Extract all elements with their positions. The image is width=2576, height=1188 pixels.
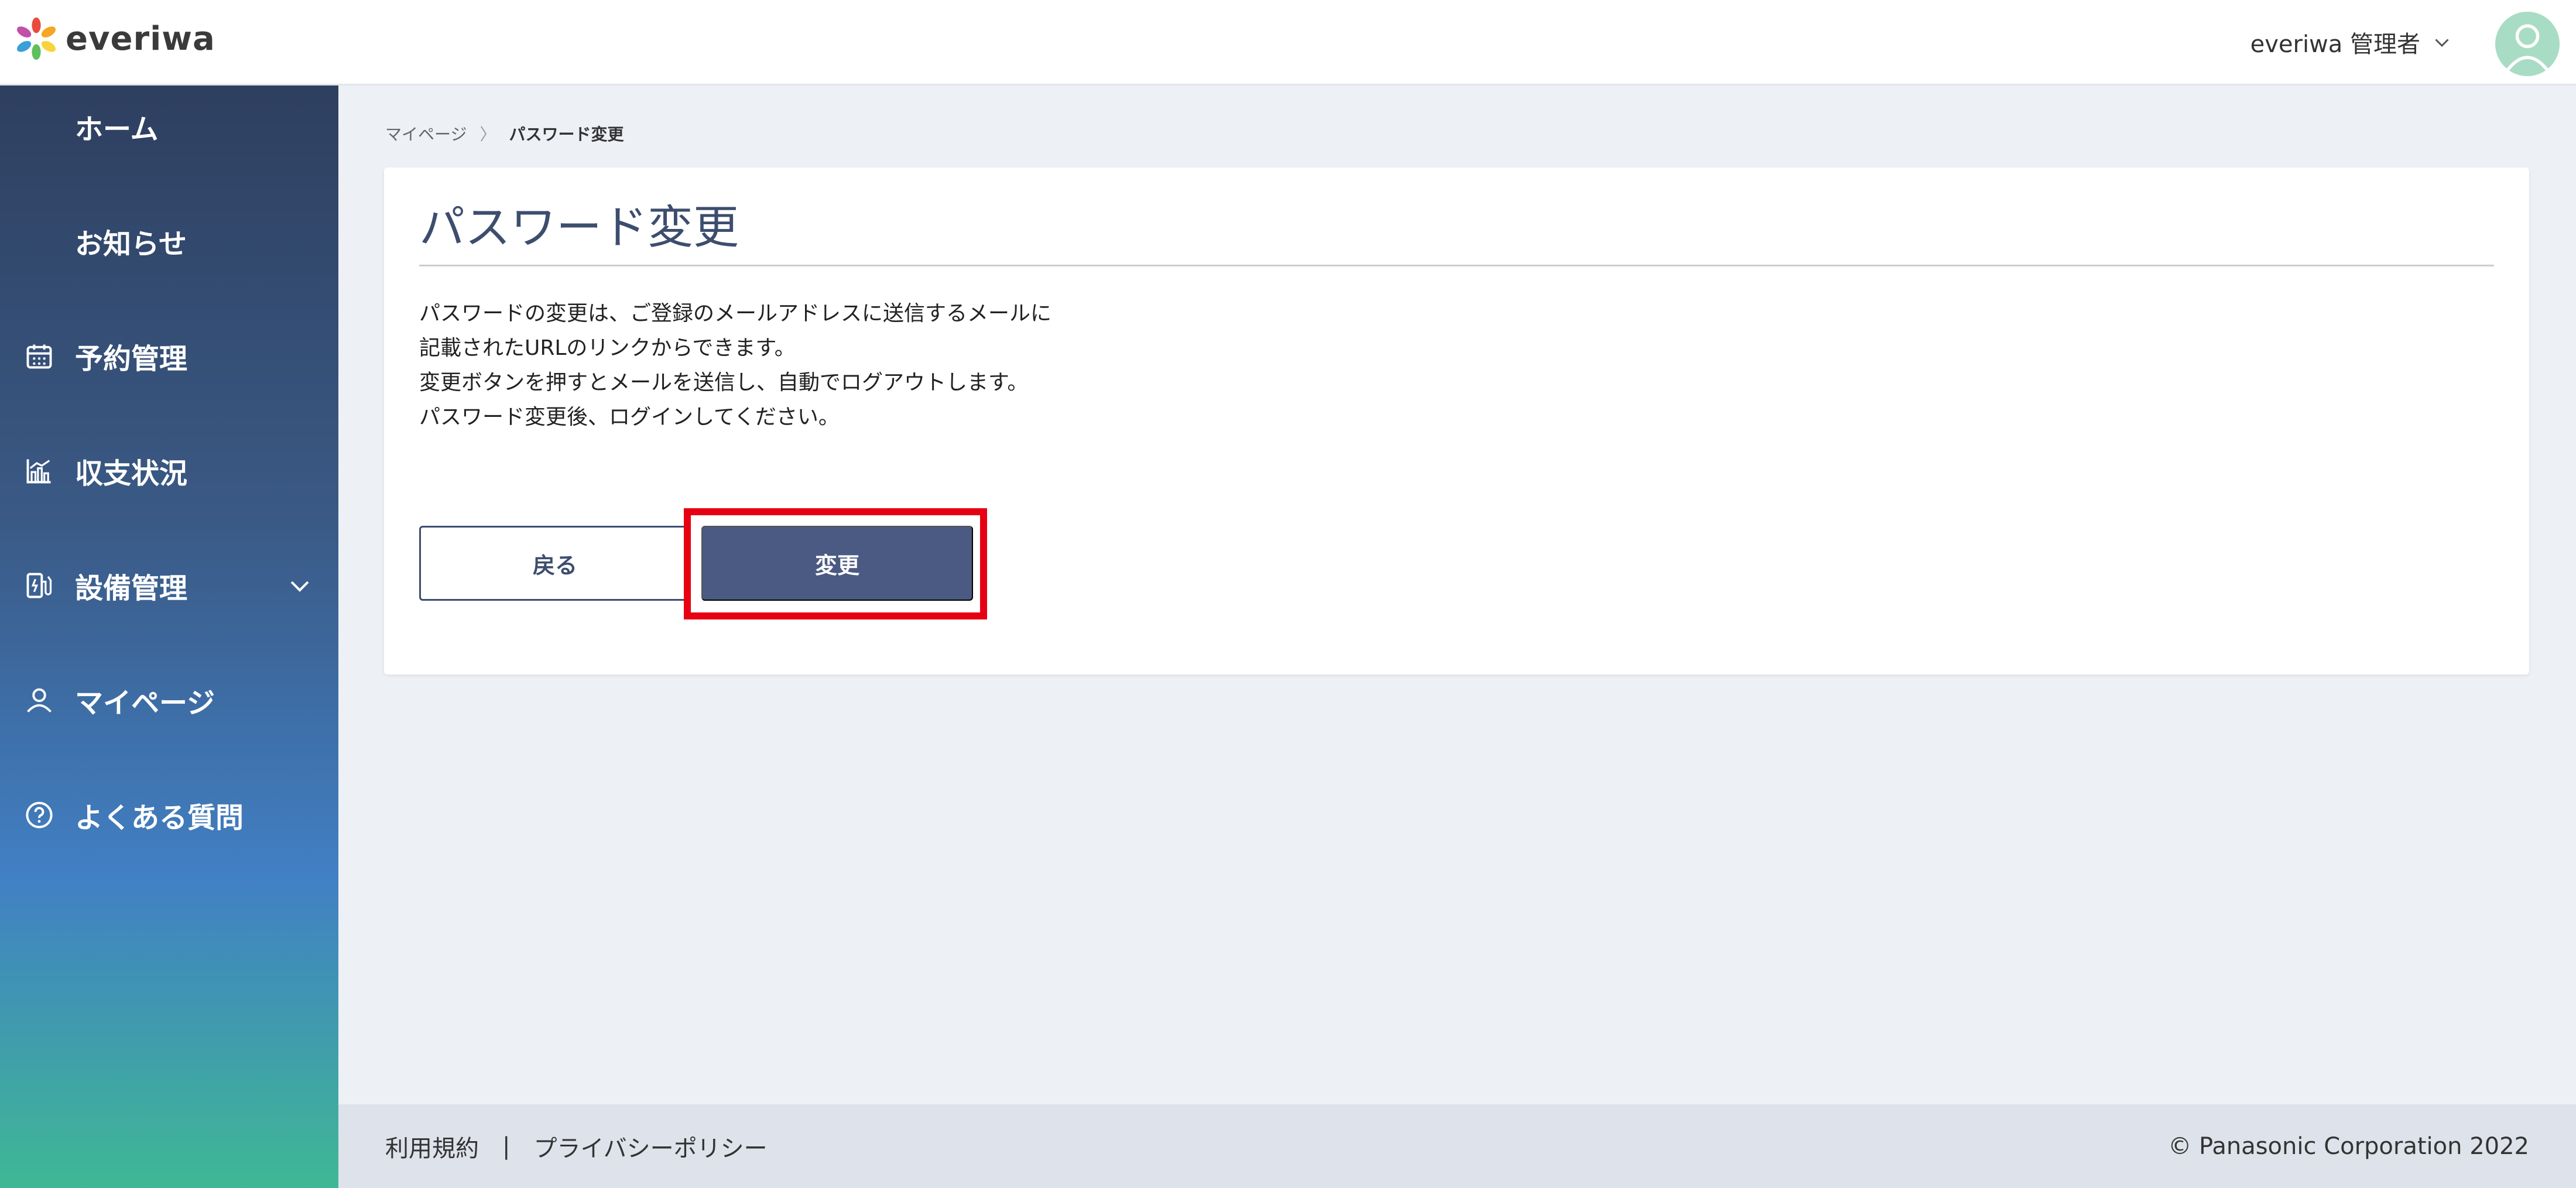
sidebar-item-revenue[interactable]: 収支状況 xyxy=(0,430,338,512)
user-avatar-icon xyxy=(2505,24,2550,72)
description-line: 変更ボタンを押すとメールを送信し、自動でログアウトします。 xyxy=(419,371,1029,395)
user-icon xyxy=(22,683,56,717)
copyright: © Panasonic Corporation 2022 xyxy=(2168,1132,2529,1160)
footer-links: 利用規約 | プライバシーポリシー xyxy=(385,1129,768,1163)
sidebar-item-equipment[interactable]: 設備管理 xyxy=(0,545,338,626)
chevron-down-icon xyxy=(2435,39,2449,47)
back-button[interactable]: 戻る xyxy=(419,526,691,601)
sidebar-item-faq[interactable]: よくある質問 xyxy=(0,774,338,856)
description: パスワードの変更は、ご登録のメールアドレスに送信するメールに 記載されたURLの… xyxy=(419,296,1051,434)
sidebar-item-label: 予約管理 xyxy=(75,343,188,375)
breadcrumb-current: パスワード変更 xyxy=(509,125,624,144)
sidebar-item-label: マイページ xyxy=(75,687,215,720)
sidebar-item-mypage[interactable]: マイページ xyxy=(0,659,338,741)
description-line: 記載されたURLのリンクからできます。 xyxy=(419,336,796,360)
sidebar-item-news[interactable]: お知らせ xyxy=(0,200,338,282)
terms-link[interactable]: 利用規約 xyxy=(385,1129,479,1163)
sidebar-item-reservations[interactable]: 予約管理 xyxy=(0,315,338,397)
sidebar-item-label: 収支状況 xyxy=(75,457,188,490)
chart-icon xyxy=(22,454,56,488)
user-menu[interactable]: everiwa 管理者 xyxy=(2250,23,2451,61)
breadcrumb-mypage[interactable]: マイページ xyxy=(385,122,467,145)
everiwa-logo-icon xyxy=(16,17,56,60)
avatar[interactable] xyxy=(2495,12,2560,76)
header: everiwa everiwa 管理者 xyxy=(0,0,2576,85)
charger-icon xyxy=(22,569,56,602)
user-name: everiwa 管理者 xyxy=(2250,31,2420,58)
footer: 利用規約 | プライバシーポリシー © Panasonic Corporatio… xyxy=(338,1104,2576,1188)
sidebar-item-label: よくある質問 xyxy=(75,802,244,834)
sidebar-item-label: 設備管理 xyxy=(75,572,188,605)
footer-separator: | xyxy=(502,1132,511,1160)
breadcrumb: マイページ 〉 パスワード変更 xyxy=(385,122,624,145)
page-title: パスワード変更 xyxy=(419,201,739,254)
sidebar-item-label: お知らせ xyxy=(75,228,187,261)
help-icon xyxy=(22,798,56,832)
privacy-link[interactable]: プライバシーポリシー xyxy=(533,1129,767,1163)
sidebar-item-label: ホーム xyxy=(75,113,159,146)
description-line: パスワードの変更は、ご登録のメールアドレスに送信するメールに xyxy=(419,302,1052,326)
logo-text: everiwa xyxy=(66,19,215,58)
sidebar-item-home[interactable]: ホーム xyxy=(0,85,338,167)
calendar-icon xyxy=(22,339,56,373)
title-divider xyxy=(419,265,2494,266)
breadcrumb-separator: 〉 xyxy=(479,125,496,144)
sidebar: ホーム お知らせ 予約管理 収支状況 設備管理 マイページ よくある質問 xyxy=(0,85,338,1188)
logo[interactable]: everiwa xyxy=(14,16,215,61)
password-change-card: パスワード変更 パスワードの変更は、ご登録のメールアドレスに送信するメールに 記… xyxy=(384,167,2529,675)
chevron-down-icon[interactable] xyxy=(288,574,311,597)
change-button[interactable]: 変更 xyxy=(701,526,973,601)
description-line: パスワード変更後、ログインしてください。 xyxy=(419,405,840,429)
